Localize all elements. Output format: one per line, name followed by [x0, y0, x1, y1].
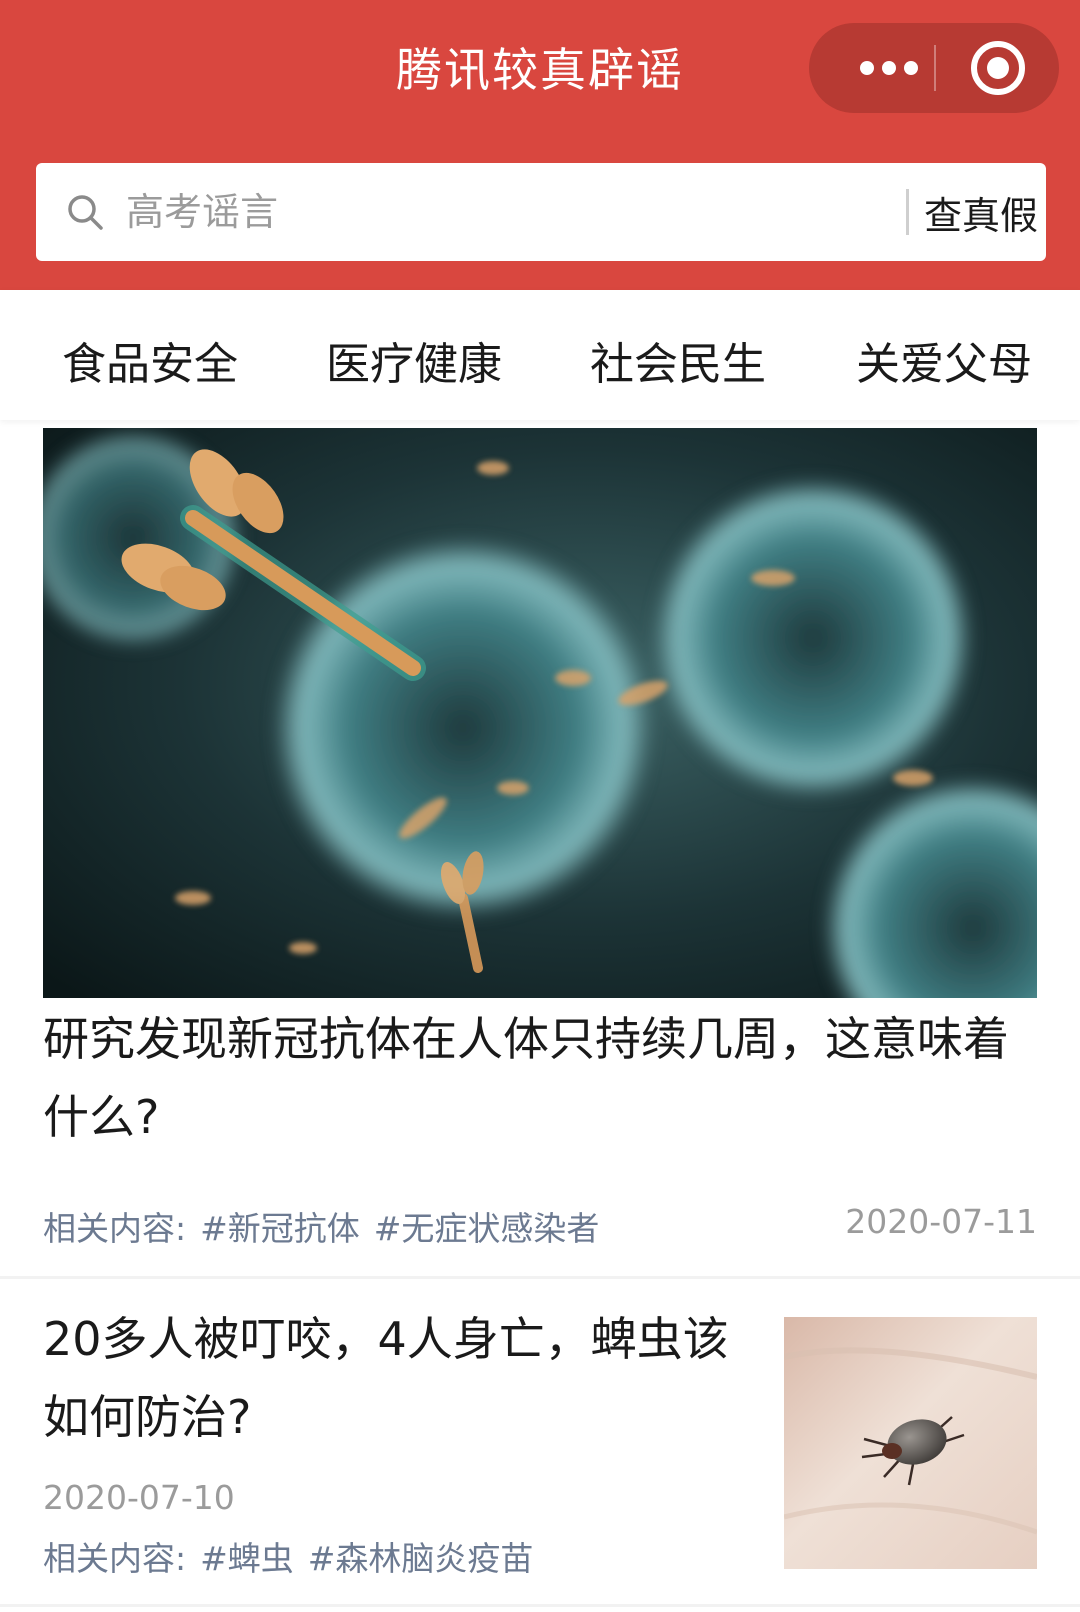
capsule-divider	[934, 45, 936, 91]
article-title[interactable]: 研究发现新冠抗体在人体只持续几周，这意味着什么?	[43, 1000, 1037, 1156]
tag-link[interactable]: #森林脑炎疫苗	[308, 1539, 534, 1578]
category-tabs: 食品安全 医疗健康 社会民生 关爱父母	[0, 290, 1080, 420]
related-tags: 相关内容: #新冠抗体 #无症状感染者	[43, 1202, 613, 1250]
more-dots-icon[interactable]	[849, 23, 929, 113]
tick-on-skin-image[interactable]	[784, 1317, 1037, 1569]
target-circle-icon[interactable]	[971, 41, 1025, 95]
tag-link[interactable]: #无症状感染者	[374, 1209, 600, 1248]
divider	[0, 1604, 1080, 1607]
related-tags: 相关内容: #蜱虫 #森林脑炎疫苗	[43, 1532, 547, 1580]
check-truth-button[interactable]: 查真假	[916, 163, 1046, 261]
divider	[0, 1276, 1080, 1279]
publish-date: 2020-07-11	[845, 1202, 1037, 1241]
virus-antibody-image[interactable]	[43, 428, 1037, 998]
search-icon	[68, 195, 103, 230]
tags-prefix: 相关内容:	[43, 1539, 187, 1578]
publish-date: 2020-07-10	[43, 1478, 235, 1517]
top-bar: 腾讯较真辟谣 查真假	[0, 0, 1080, 290]
mini-program-capsule	[809, 23, 1059, 113]
search-input[interactable]	[126, 163, 886, 261]
tab-medical-health[interactable]: 医疗健康	[326, 328, 502, 392]
search-bar: 查真假	[36, 163, 1046, 261]
article-title[interactable]: 20多人被叮咬，4人身亡，蜱虫该如何防治?	[43, 1300, 733, 1456]
tab-food-safety[interactable]: 食品安全	[62, 328, 238, 392]
tag-link[interactable]: #蜱虫	[200, 1539, 294, 1578]
search-divider	[906, 189, 909, 235]
tag-link[interactable]: #新冠抗体	[200, 1209, 360, 1248]
tab-social-livelihood[interactable]: 社会民生	[590, 328, 766, 392]
tab-care-parents[interactable]: 关爱父母	[856, 328, 1032, 392]
tags-prefix: 相关内容:	[43, 1209, 187, 1248]
